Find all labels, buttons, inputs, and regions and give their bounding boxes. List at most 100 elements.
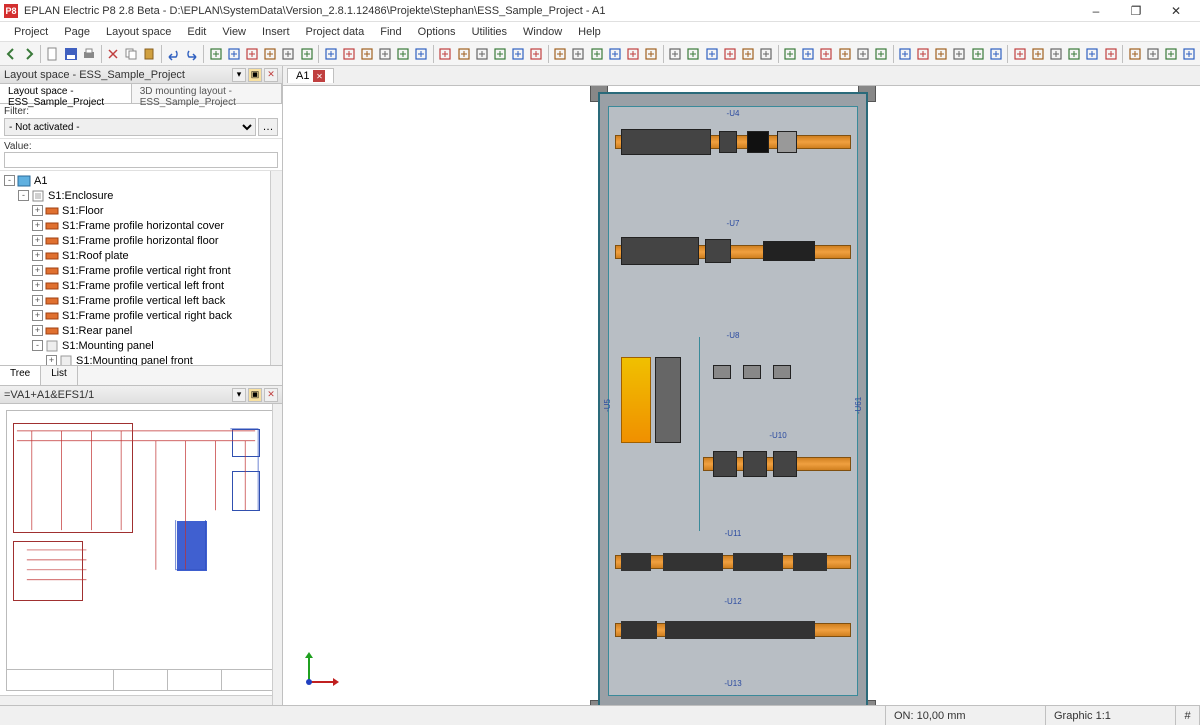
menu-window[interactable]: Window [515,24,570,40]
tree-expand-icon[interactable]: + [32,250,43,261]
toolbar-button[interactable] [510,44,527,64]
toolbar-button[interactable] [358,44,375,64]
toolbar-button[interactable] [552,44,569,64]
toolbar-button[interactable] [951,44,968,64]
toolbar-button[interactable] [413,44,430,64]
component[interactable] [743,365,761,379]
toolbar-button[interactable] [703,44,720,64]
tb-print-icon[interactable] [81,44,98,64]
filter-browse-button[interactable]: … [258,118,278,136]
toolbar-button[interactable] [800,44,817,64]
tree-item[interactable]: -S1:Enclosure [0,188,282,203]
doc-tab-a1[interactable]: A1 ✕ [287,68,334,83]
toolbar-button[interactable] [854,44,871,64]
preview-close-icon[interactable]: ✕ [264,388,278,402]
pane-pin-icon[interactable]: ▣ [248,68,262,82]
toolbar-button[interactable] [721,44,738,64]
filter-select[interactable]: - Not activated - [4,118,256,136]
maximize-button[interactable]: ❐ [1116,1,1156,21]
toolbar-button[interactable] [528,44,545,64]
tree-item[interactable]: +S1:Mounting panel front [0,353,282,365]
tree-item[interactable]: +S1:Frame profile horizontal floor [0,233,282,248]
toolbar-button[interactable] [836,44,853,64]
terminal-block[interactable] [663,553,723,571]
menu-find[interactable]: Find [372,24,409,40]
component[interactable] [621,129,711,155]
doc-tab-close-icon[interactable]: ✕ [313,70,325,82]
rail-u12[interactable]: -U12 [609,603,857,655]
enclosure-view[interactable]: -U5 -U61 -U4 -U7 [598,92,868,705]
toolbar-button[interactable] [896,44,913,64]
toolbar-button[interactable] [1102,44,1119,64]
tree-item[interactable]: +S1:Frame profile vertical right front [0,263,282,278]
toolbar-button[interactable] [757,44,774,64]
tab-3dmounting[interactable]: 3D mounting layout - ESS_Sample_Project [132,84,282,103]
tree-expand-icon[interactable]: + [32,265,43,276]
toolbar-button[interactable] [987,44,1004,64]
terminal-block[interactable] [733,553,783,571]
tb-prev-icon[interactable] [2,44,19,64]
component[interactable] [763,241,815,261]
minimize-button[interactable]: – [1076,1,1116,21]
tree-expand-icon[interactable]: - [4,175,15,186]
tree-expand-icon[interactable]: - [32,340,43,351]
toolbar-button[interactable] [280,44,297,64]
menu-help[interactable]: Help [570,24,609,40]
toolbar-button[interactable] [624,44,641,64]
menu-projectdata[interactable]: Project data [298,24,373,40]
toolbar-button[interactable] [225,44,242,64]
tree-expand-icon[interactable]: + [32,220,43,231]
toolbar-button[interactable] [1011,44,1028,64]
tb-redo-icon[interactable] [183,44,200,64]
toolbar-button[interactable] [933,44,950,64]
tree-expand-icon[interactable]: + [32,310,43,321]
toolbar-button[interactable] [1144,44,1161,64]
tree-expand-icon[interactable]: + [32,235,43,246]
value-input[interactable] [4,152,278,168]
tree-item[interactable]: -A1 [0,173,282,188]
tree-item[interactable]: +S1:Rear panel [0,323,282,338]
toolbar-button[interactable] [915,44,932,64]
tree-item[interactable]: +S1:Frame profile vertical left front [0,278,282,293]
toolbar-button[interactable] [667,44,684,64]
toolbar-button[interactable] [969,44,986,64]
menu-utilities[interactable]: Utilities [464,24,515,40]
component[interactable] [719,131,737,153]
toolbar-button[interactable] [491,44,508,64]
component[interactable] [773,365,791,379]
toolbar-button[interactable] [243,44,260,64]
toolbar-button[interactable] [455,44,472,64]
menu-edit[interactable]: Edit [179,24,214,40]
tree-expand-icon[interactable]: + [32,280,43,291]
toolbar-button[interactable] [395,44,412,64]
tree-expand-icon[interactable]: + [32,205,43,216]
toolbar-button[interactable] [207,44,224,64]
tb-new-icon[interactable] [44,44,61,64]
tab-layoutspace[interactable]: Layout space - ESS_Sample_Project [0,84,132,103]
toolbar-button[interactable] [739,44,756,64]
toolbar-button[interactable] [473,44,490,64]
tab-list[interactable]: List [41,366,78,385]
tree-item[interactable]: +S1:Floor [0,203,282,218]
toolbar-button[interactable] [437,44,454,64]
toolbar-button[interactable] [818,44,835,64]
component[interactable] [773,451,797,477]
status-hash[interactable]: # [1176,706,1200,725]
toolbar-button[interactable] [1126,44,1143,64]
tb-copy-icon[interactable] [123,44,140,64]
tb-paste-icon[interactable] [141,44,158,64]
toolbar-button[interactable] [376,44,393,64]
toolbar-button[interactable] [606,44,623,64]
preview-scrollbar[interactable] [272,404,282,705]
toolbar-button[interactable] [298,44,315,64]
toolbar-button[interactable] [340,44,357,64]
terminal-block[interactable] [621,621,657,639]
component[interactable] [713,451,737,477]
toolbar-button[interactable] [872,44,889,64]
toolbar-button[interactable] [1066,44,1083,64]
component[interactable] [747,131,769,153]
preview-hscrollbar[interactable] [0,695,272,705]
tb-cut-icon[interactable] [105,44,122,64]
navigator-tree[interactable]: -A1-S1:Enclosure+S1:Floor +S1:Frame profi… [0,171,282,365]
terminal-block[interactable] [621,553,651,571]
